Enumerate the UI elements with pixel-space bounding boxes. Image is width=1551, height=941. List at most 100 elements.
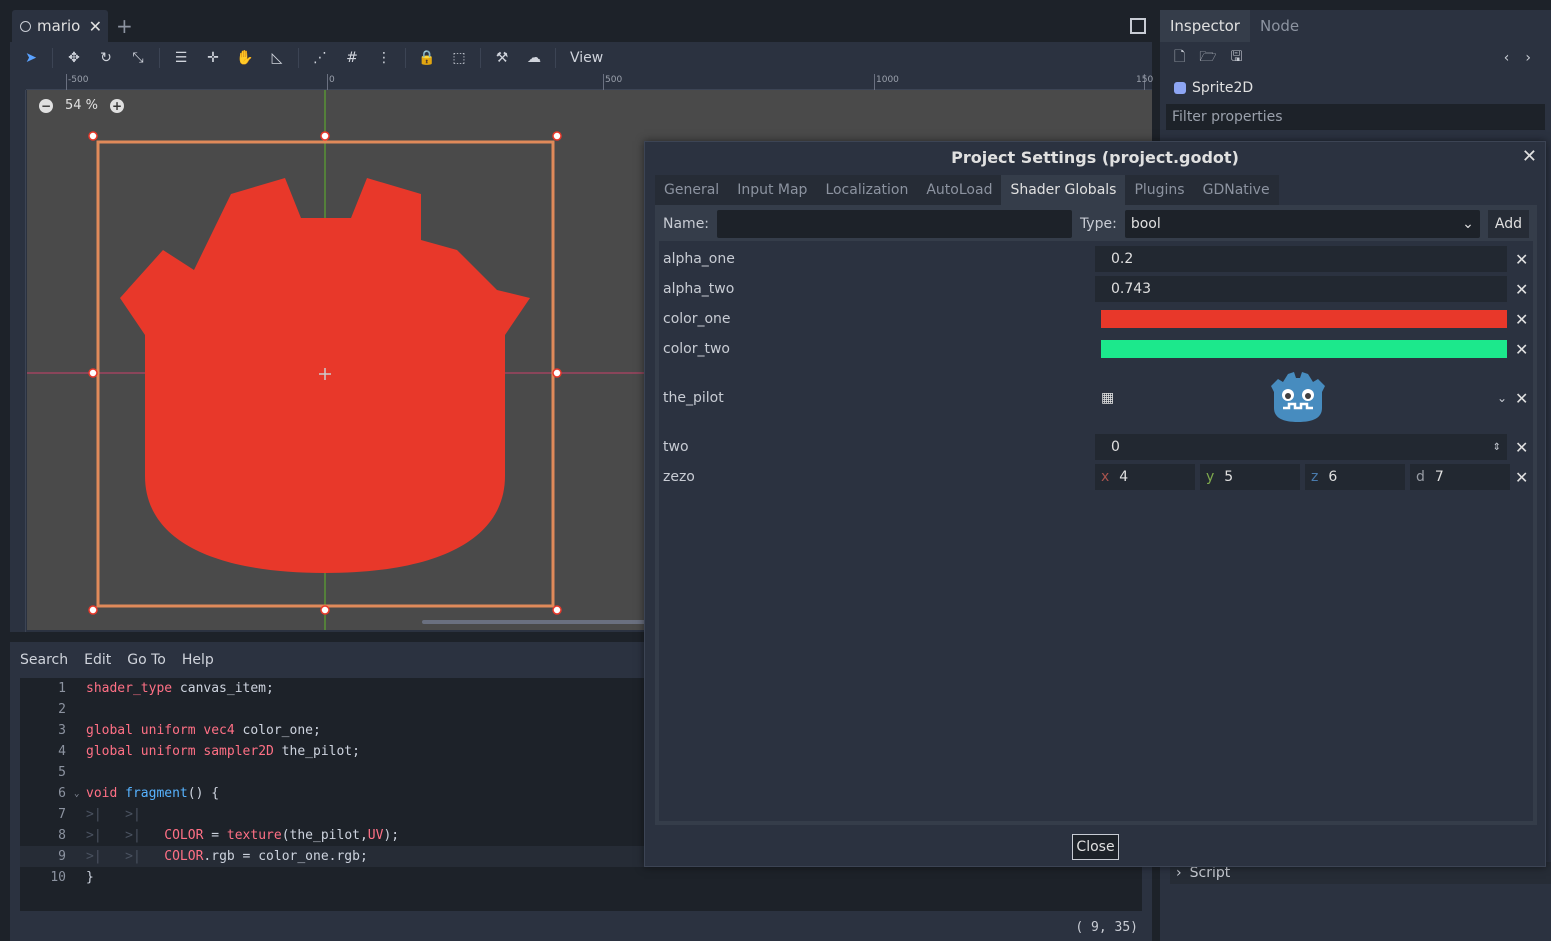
view-menu[interactable]: View [562,50,611,66]
grid-snap-icon[interactable]: # [337,45,367,71]
scene-tab-bar: mario ✕ + [0,0,1160,42]
fold-arrow-icon[interactable]: ⌄ [74,789,82,799]
delete-global-icon[interactable]: ✕ [1515,280,1528,299]
code-token: ); [383,828,400,843]
float-field[interactable]: 0.2 [1095,246,1507,272]
line-number: 5 [58,765,66,780]
menu-goto[interactable]: Go To [127,652,166,668]
tab-node[interactable]: Node [1250,10,1309,42]
updown-icon[interactable]: ⇕ [1493,442,1501,453]
delete-global-icon[interactable]: ✕ [1515,438,1528,457]
pivot-tool-icon[interactable]: ✛ [198,45,228,71]
scene-tab-mario[interactable]: mario ✕ [12,10,108,42]
close-tab-icon[interactable]: ✕ [89,17,102,36]
ruler-tool-icon[interactable]: ◺ [262,45,292,71]
global-type-select[interactable]: bool ⌄ [1124,210,1480,238]
lock-icon[interactable]: 🔒 [412,45,442,71]
color-picker-button[interactable] [1101,340,1507,358]
texture-icon: ▦ [1101,390,1115,406]
code-token: sampler2D [203,744,274,759]
godot-icon-preview[interactable] [1269,370,1327,426]
add-global-button[interactable]: Add [1487,210,1529,238]
dialog-title: Project Settings (project.godot) [951,147,1239,167]
tab-inspector[interactable]: Inspector [1160,10,1250,42]
vec4-d-field[interactable]: d7 [1410,464,1510,490]
tab-general[interactable]: General [655,175,729,205]
global-row-color-one: color_one ✕ [659,306,1533,332]
new-resource-icon[interactable]: 🗋 [1174,46,1185,70]
code-line: 10} [20,867,1142,888]
group-icon[interactable]: ⬚ [444,45,474,71]
horizontal-scrollbar[interactable] [422,620,652,624]
global-name: zezo [663,469,695,485]
select-tool-icon[interactable]: ➤ [16,45,46,71]
float-value: 0.743 [1111,281,1152,297]
delete-global-icon[interactable]: ✕ [1515,389,1528,408]
dialog-close-icon[interactable]: ✕ [1522,146,1537,167]
vec4-y-field[interactable]: y5 [1200,464,1300,490]
tab-localization[interactable]: Localization [816,175,918,205]
tab-gdnative[interactable]: GDNative [1193,175,1279,205]
vec4-z-field[interactable]: z6 [1305,464,1405,490]
history-back-icon[interactable]: ‹ [1504,50,1510,66]
global-name-input[interactable] [717,210,1072,238]
tab-shader-globals[interactable]: Shader Globals [1001,175,1126,205]
inspected-node[interactable]: Sprite2D [1160,74,1551,102]
rotate-tool-icon[interactable]: ↻ [91,45,121,71]
zoom-in-icon[interactable]: + [110,98,125,113]
settings-tabs: General Input Map Localization AutoLoad … [655,175,1279,205]
bone-icon[interactable]: ⚒ [487,45,517,71]
axis-label: y [1206,469,1215,485]
delete-global-icon[interactable]: ✕ [1515,250,1528,269]
global-name: alpha_one [663,251,735,267]
color-picker-button[interactable] [1101,310,1507,328]
scale-tool-icon[interactable]: ⤡ [123,45,153,71]
axis-label: z [1311,469,1319,485]
global-name: the_pilot [663,390,724,406]
vertical-ruler [10,90,26,632]
code-token: () { [187,786,220,801]
menu-edit[interactable]: Edit [84,652,111,668]
chevron-down-icon[interactable]: ⌄ [1497,391,1507,405]
axis-label: x [1101,469,1110,485]
fullscreen-icon[interactable] [1130,18,1146,34]
filter-properties-input[interactable]: Filter properties [1166,104,1545,130]
list-select-icon[interactable]: ☰ [166,45,196,71]
delete-global-icon[interactable]: ✕ [1515,468,1528,487]
snap-options-icon[interactable]: ⋮ [369,45,399,71]
delete-global-icon[interactable]: ✕ [1515,340,1528,359]
global-name: alpha_two [663,281,735,297]
menu-search[interactable]: Search [20,652,68,668]
global-name: two [663,439,689,455]
code-token: COLOR [164,828,204,843]
type-label: Type: [1079,216,1117,232]
move-tool-icon[interactable]: ✥ [59,45,89,71]
delete-global-icon[interactable]: ✕ [1515,310,1528,329]
global-row-zezo: zezo x4 y5 z6 d7 ✕ [659,464,1533,490]
line-number: 6 [58,786,66,801]
save-resource-icon[interactable]: 🖫 [1231,46,1243,70]
project-settings-dialog: Project Settings (project.godot) ✕ Gener… [644,141,1546,867]
zoom-out-icon[interactable]: − [39,98,53,113]
chevron-right-icon: › [1176,865,1182,881]
zoom-level[interactable]: 54 % [65,98,98,113]
code-token: void [86,786,118,801]
menu-help[interactable]: Help [182,652,214,668]
shader-globals-panel: Name: Type: bool ⌄ Add alpha_one 0.2 ✕ a… [655,205,1537,825]
history-forward-icon[interactable]: › [1525,50,1531,66]
camera-override-icon[interactable]: ☁ [519,45,549,71]
sprite2d-icon [1174,82,1186,94]
int-spinbox[interactable]: 0 ⇕ [1095,434,1507,460]
tab-autoload[interactable]: AutoLoad [917,175,1002,205]
tab-input-map[interactable]: Input Map [728,175,817,205]
float-field[interactable]: 0.743 [1095,276,1507,302]
vec4-x-field[interactable]: x4 [1095,464,1195,490]
filter-placeholder: Filter properties [1172,109,1283,125]
pan-tool-icon[interactable]: ✋ [230,45,260,71]
ruler-label: -500 [68,75,89,85]
add-tab-icon[interactable]: + [116,14,133,38]
tab-plugins[interactable]: Plugins [1125,175,1194,205]
smart-snap-icon[interactable]: ⋰ [305,45,335,71]
open-resource-icon[interactable]: 🗁 [1199,46,1216,70]
close-button[interactable]: Close [1072,834,1119,860]
